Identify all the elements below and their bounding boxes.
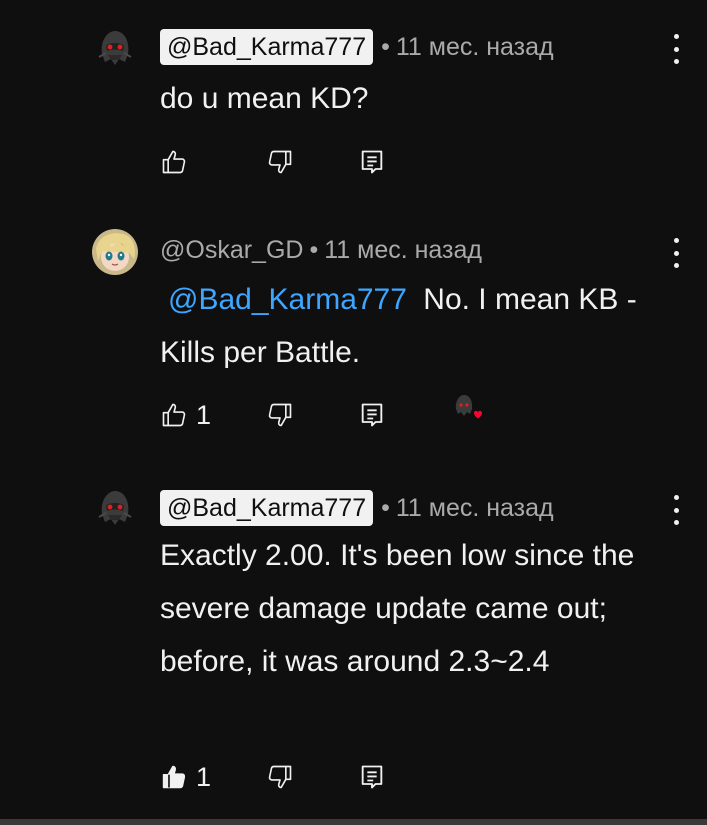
like-button[interactable]: 1: [160, 759, 211, 795]
like-count: 1: [196, 761, 212, 792]
separator: •: [381, 32, 390, 61]
dislike-button[interactable]: [266, 144, 294, 180]
comment-text: @Bad_Karma777 No. I mean KB - Kills per …: [160, 273, 680, 379]
dislike-button[interactable]: [266, 397, 294, 433]
dislike-icon: [266, 148, 294, 176]
like-filled-icon: [160, 763, 188, 791]
avatar[interactable]: [92, 229, 138, 275]
separator: •: [381, 493, 390, 522]
more-vert-icon[interactable]: [666, 34, 686, 64]
dislike-button[interactable]: [266, 759, 294, 795]
timestamp: • 11 мес. назад: [381, 494, 554, 523]
author-name[interactable]: @Bad_Karma777: [160, 29, 374, 65]
separator: •: [309, 235, 319, 264]
comment-header: @Bad_Karma777 • 11 мес. назад: [160, 27, 554, 67]
like-icon: [160, 401, 188, 429]
time-text: 11 мес. назад: [324, 235, 482, 264]
helmet-avatar-icon: [92, 484, 138, 530]
reply-icon: [358, 148, 386, 176]
bottom-divider: [0, 819, 707, 825]
more-vert-icon[interactable]: [666, 238, 686, 268]
comment-header: @Oskar_GD • 11 мес. назад: [160, 230, 482, 270]
reply-icon: [358, 401, 386, 429]
reply-icon: [358, 763, 386, 791]
like-count: 1: [196, 399, 212, 430]
like-icon: [160, 148, 188, 176]
heart-icon: [452, 393, 482, 419]
author-name[interactable]: @Oskar_GD: [160, 236, 303, 265]
comment-text: Exactly 2.00. It's been low since the se…: [160, 539, 635, 678]
time-text: 11 мес. назад: [395, 32, 554, 61]
avatar[interactable]: [92, 24, 138, 70]
reply-button[interactable]: [358, 397, 386, 433]
timestamp: • 11 мес. назад: [381, 33, 554, 62]
comment-text: do u mean KD?: [160, 82, 369, 115]
reply-button[interactable]: [358, 759, 386, 795]
avatar[interactable]: [92, 484, 138, 530]
time-text: 11 мес. назад: [395, 493, 554, 522]
more-vert-icon[interactable]: [666, 495, 686, 525]
creator-heart: [450, 391, 486, 427]
author-name[interactable]: @Bad_Karma777: [160, 490, 374, 526]
dislike-icon: [266, 401, 294, 429]
reply-button[interactable]: [358, 144, 386, 180]
anime-avatar-icon: [92, 229, 138, 275]
timestamp: • 11 мес. назад: [309, 236, 482, 265]
like-button[interactable]: [160, 144, 188, 180]
mention-link[interactable]: @Bad_Karma777: [168, 283, 407, 316]
comment-header: @Bad_Karma777 • 11 мес. назад: [160, 488, 554, 528]
dislike-icon: [266, 763, 294, 791]
like-button[interactable]: 1: [160, 397, 211, 433]
helmet-avatar-icon: [92, 24, 138, 70]
